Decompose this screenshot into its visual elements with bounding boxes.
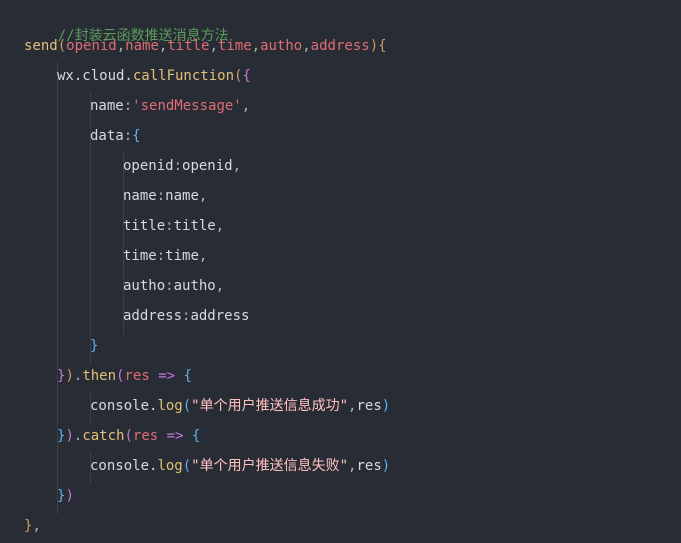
code-line-data-field: autho:autho,: [123, 278, 225, 294]
code-line-data-field: openid:openid,: [123, 158, 242, 174]
name-key: name: [90, 98, 124, 114]
catch-method: catch: [82, 428, 125, 444]
then-arg: res: [124, 368, 150, 384]
fail-message: "单个用户推送信息失败": [191, 458, 349, 474]
then-method: then: [82, 368, 117, 384]
code-line-data-field: time:time,: [123, 248, 208, 264]
code-line-data-field: name:name,: [123, 188, 208, 204]
code-line-then: }).then(res => {: [57, 368, 192, 384]
function-name: send: [24, 38, 58, 54]
param-name: name: [125, 38, 159, 54]
param-address: address: [310, 38, 370, 54]
catch-arg: res: [132, 428, 159, 444]
data-key: data: [90, 128, 124, 144]
code-line-name-property: name:'sendMessage',: [90, 98, 251, 114]
code-line-log-fail: console.log("单个用户推送信息失败",res): [90, 458, 391, 474]
code-line-data-close: }: [90, 338, 99, 354]
param-title: title: [167, 38, 210, 54]
code-line-log-success: console.log("单个用户推送信息成功",res): [90, 398, 391, 414]
code-line-catch-close: }): [57, 488, 74, 504]
param-time: time: [217, 38, 252, 54]
name-value: 'sendMessage': [132, 98, 242, 114]
code-editor[interactable]: //封装云函数推送消息方法 send(openid,name,title,tim…: [0, 0, 681, 543]
code-line-function-close: },: [24, 518, 41, 534]
code-line-data-field: address:address: [123, 308, 250, 324]
code-line-catch: }).catch(res => {: [57, 428, 201, 444]
code-line-comment: //封装云函数推送消息方法: [24, 6, 229, 44]
code-line-data-field: title:title,: [123, 218, 225, 234]
indent-guide-1: [57, 62, 58, 514]
param-openid: openid: [66, 38, 117, 54]
param-autho: autho: [260, 38, 303, 54]
call-object: wx.cloud.: [57, 68, 133, 84]
call-method: callFunction: [132, 68, 235, 84]
code-line-data-property: data:{: [90, 128, 141, 144]
code-line-call-function: wx.cloud.callFunction({: [57, 68, 251, 84]
success-message: "单个用户推送信息成功": [191, 398, 349, 414]
code-line-function-signature: send(openid,name,title,time,autho,addres…: [24, 38, 387, 54]
